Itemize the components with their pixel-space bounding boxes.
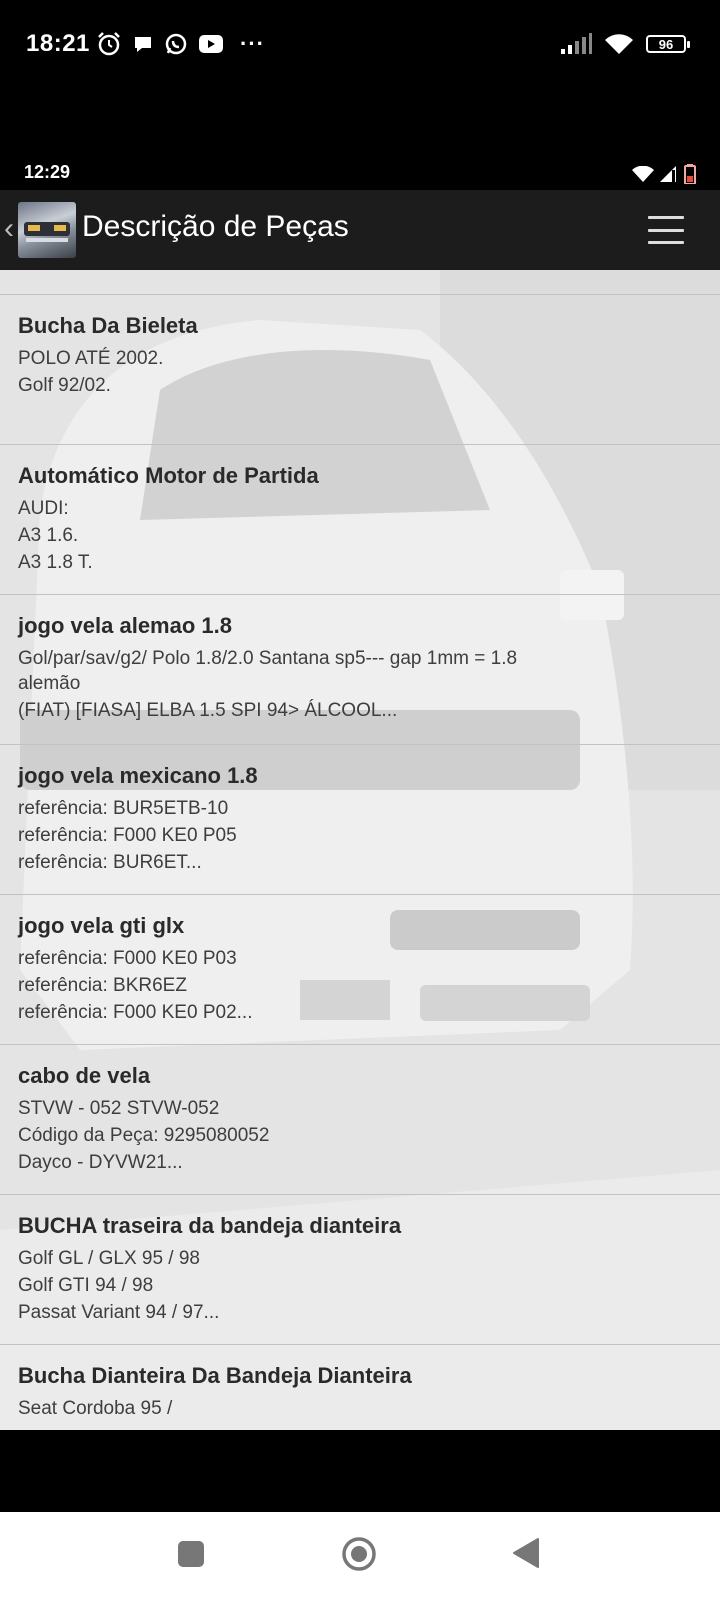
- youtube-icon: [199, 35, 223, 53]
- item-line: referência: BKR6EZ: [18, 975, 187, 996]
- notification-icons: ···: [96, 30, 265, 58]
- item-line: Seat Cordoba 95 /: [18, 1398, 173, 1419]
- item-line: referência: BUR5ETB-10: [18, 798, 229, 819]
- item-line: A3 1.6.: [18, 525, 79, 546]
- black-band: [0, 1430, 720, 1512]
- alarm-icon: [98, 32, 120, 56]
- inner-signal-icon: [660, 166, 676, 182]
- item-line: (FIAT) [FIASA] ELBA 1.5 SPI 94> ÁLCOOL..…: [18, 700, 398, 721]
- back-triangle-icon[interactable]: [512, 1537, 540, 1569]
- list-item[interactable]: Bucha Dianteira Da Bandeja Dianteira Sea…: [0, 1345, 720, 1430]
- navigation-bar: [0, 1512, 720, 1600]
- list-item[interactable]: jogo vela gti glx referência: F000 KE0 P…: [0, 895, 720, 1045]
- more-notifications-icon: ···: [240, 31, 265, 56]
- item-line: referência: F000 KE0 P02...: [18, 1002, 253, 1023]
- item-line: referência: F000 KE0 P05: [18, 825, 237, 846]
- hamburger-menu-icon[interactable]: [648, 216, 684, 244]
- item-line: alemão: [18, 673, 81, 694]
- item-title: Bucha Da Bieleta: [18, 313, 198, 338]
- item-title: jogo vela mexicano 1.8: [18, 763, 258, 788]
- wifi-icon: [605, 34, 633, 54]
- item-line: referência: BUR6ET...: [18, 852, 202, 873]
- item-line: STVW - 052 STVW-052: [18, 1098, 220, 1119]
- list-item[interactable]: cabo de vela STVW - 052 STVW-052 Código …: [0, 1045, 720, 1195]
- parts-list-area: Bucha Da Bieleta POLO ATÉ 2002. Golf 92/…: [0, 270, 720, 1430]
- signal-icon: [561, 33, 592, 54]
- list-item[interactable]: BUCHA traseira da bandeja dianteira Golf…: [0, 1195, 720, 1345]
- item-line: referência: F000 KE0 P03: [18, 948, 237, 969]
- home-circle-icon[interactable]: [341, 1536, 377, 1572]
- list-divider: [0, 270, 720, 295]
- item-line: A3 1.8 T.: [18, 552, 93, 573]
- item-line: Passat Variant 94 / 97...: [18, 1302, 220, 1323]
- page-title: Descrição de Peças: [82, 210, 349, 243]
- inner-status-bar: 12:29: [0, 160, 720, 190]
- parts-list: Bucha Da Bieleta POLO ATÉ 2002. Golf 92/…: [0, 270, 720, 1430]
- system-icons: 96: [560, 30, 690, 58]
- inner-status-time: 12:29: [24, 162, 71, 182]
- item-title: Bucha Dianteira Da Bandeja Dianteira: [18, 1363, 412, 1388]
- list-item[interactable]: jogo vela mexicano 1.8 referência: BUR5E…: [0, 745, 720, 895]
- item-line: Dayco - DYVW21...: [18, 1152, 183, 1173]
- item-line: AUDI:: [18, 498, 69, 519]
- item-title: Automático Motor de Partida: [18, 463, 319, 488]
- item-line: Golf 92/02.: [18, 375, 111, 396]
- item-title: BUCHA traseira da bandeja dianteira: [18, 1213, 402, 1238]
- item-line: Golf GL / GLX 95 / 98: [18, 1248, 201, 1269]
- recorded-app-screen: 12:29 ‹ Descrição de Peças Bucha Da Biel…: [0, 90, 720, 1430]
- phone-status-bar: 18:21 ··· 96: [0, 0, 720, 90]
- item-line: Gol/par/sav/g2/ Polo 1.8/2.0 Santana sp5…: [18, 648, 518, 669]
- app-logo[interactable]: [18, 202, 76, 258]
- item-line: POLO ATÉ 2002.: [18, 348, 164, 369]
- inner-system-icons: [632, 164, 696, 184]
- item-title: jogo vela alemao 1.8: [18, 613, 232, 638]
- list-item[interactable]: Automático Motor de Partida AUDI: A3 1.6…: [0, 445, 720, 595]
- chat-icon: [135, 37, 151, 52]
- item-title: jogo vela gti glx: [18, 913, 185, 938]
- battery-indicator: 96: [646, 35, 690, 53]
- status-time: 18:21: [26, 30, 90, 57]
- item-line: Código da Peça: 9295080052: [18, 1125, 270, 1146]
- list-item[interactable]: Bucha Da Bieleta POLO ATÉ 2002. Golf 92/…: [0, 295, 720, 445]
- item-title: cabo de vela: [18, 1063, 151, 1088]
- item-line: Golf GTI 94 / 98: [18, 1275, 154, 1296]
- recents-square-icon[interactable]: [178, 1541, 204, 1567]
- inner-wifi-icon: [632, 166, 654, 182]
- back-chevron-icon[interactable]: ‹: [4, 212, 14, 246]
- list-item[interactable]: jogo vela alemao 1.8 Gol/par/sav/g2/ Pol…: [0, 595, 720, 745]
- whatsapp-icon: [165, 33, 187, 55]
- app-bar: ‹ Descrição de Peças: [0, 190, 720, 270]
- inner-battery-icon: [684, 164, 696, 184]
